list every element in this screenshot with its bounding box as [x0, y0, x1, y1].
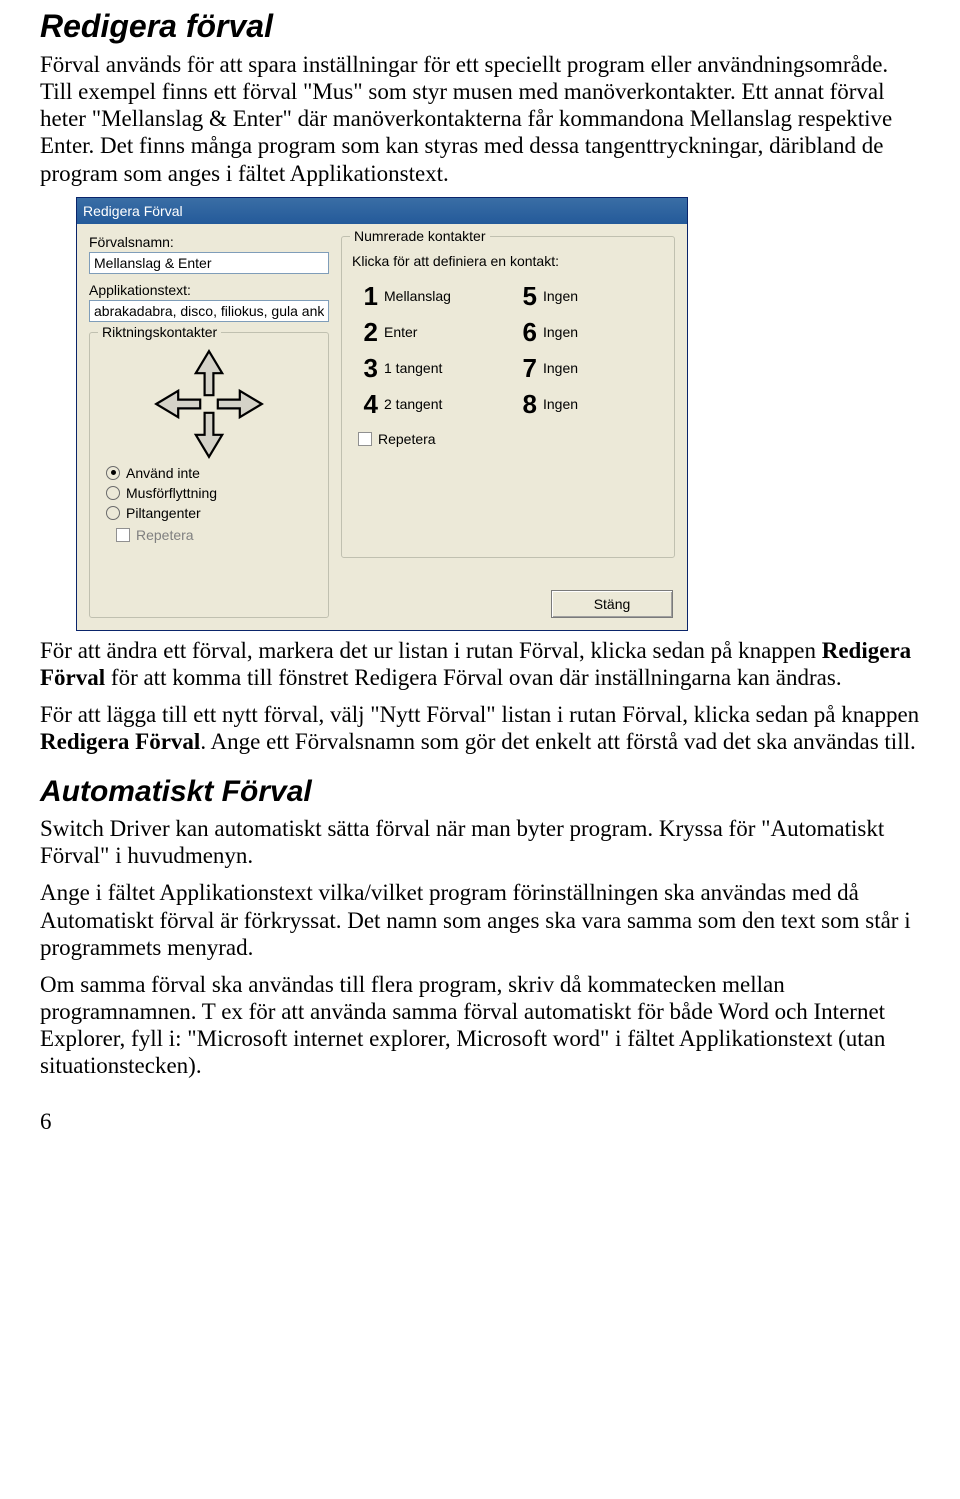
- text: För att ändra ett förval, markera det ur…: [40, 638, 822, 663]
- contact-number: 3: [352, 355, 378, 381]
- radio-icon: [106, 466, 120, 480]
- text: för att komma till fönstret Redigera För…: [105, 665, 841, 690]
- checkbox-label: Repetera: [378, 431, 436, 447]
- paragraph-new-forval: För att lägga till ett nytt förval, välj…: [40, 701, 920, 755]
- contact-3[interactable]: 1 tangent: [384, 360, 505, 376]
- direction-arrows-icon: [154, 349, 264, 459]
- dialog-title: Redigera Förval: [83, 203, 183, 219]
- radio-piltangenter[interactable]: Piltangenter: [106, 505, 318, 521]
- contact-7[interactable]: Ingen: [543, 360, 664, 376]
- contact-1[interactable]: Mellanslag: [384, 288, 505, 304]
- label-num-hint: Klicka för att definiera en kontakt:: [352, 253, 664, 269]
- radio-label: Använd inte: [126, 465, 200, 481]
- label-applikationstext: Applikationstext:: [89, 282, 329, 298]
- contact-number: 2: [352, 319, 378, 345]
- input-forvalsnamn[interactable]: [89, 252, 329, 274]
- radio-label: Musförflyttning: [126, 485, 217, 501]
- contact-number: 7: [511, 355, 537, 381]
- contact-number: 1: [352, 283, 378, 309]
- contact-number: 6: [511, 319, 537, 345]
- contact-6[interactable]: Ingen: [543, 324, 664, 340]
- label-forvalsnamn: Förvalsnamn:: [89, 234, 329, 250]
- radio-icon: [106, 506, 120, 520]
- checkbox-icon: [116, 528, 130, 542]
- checkbox-repetera-disabled: Repetera: [116, 527, 318, 543]
- text: För att lägga till ett nytt förval, välj…: [40, 702, 919, 727]
- contact-5[interactable]: Ingen: [543, 288, 664, 304]
- paragraph-edit-forval: För att ändra ett förval, markera det ur…: [40, 637, 920, 691]
- heading-redigera-forval: Redigera förval: [40, 8, 920, 45]
- input-applikationstext[interactable]: [89, 300, 329, 322]
- contact-4[interactable]: 2 tangent: [384, 396, 505, 412]
- contact-number: 5: [511, 283, 537, 309]
- checkbox-label: Repetera: [136, 527, 194, 543]
- contact-2[interactable]: Enter: [384, 324, 505, 340]
- contact-number: 4: [352, 391, 378, 417]
- groupbox-numrerade-kontakter-title: Numrerade kontakter: [350, 228, 490, 244]
- text: . Ange ett Förvalsnamn som gör det enkel…: [200, 729, 915, 754]
- page-number: 6: [40, 1109, 920, 1135]
- radio-musforflyttning[interactable]: Musförflyttning: [106, 485, 318, 501]
- checkbox-icon: [358, 432, 372, 446]
- close-button[interactable]: Stäng: [551, 590, 673, 618]
- intro-paragraph-1: Förval används för att spara inställning…: [40, 51, 920, 187]
- paragraph-auto-3: Om samma förval ska användas till flera …: [40, 971, 920, 1080]
- contact-number: 8: [511, 391, 537, 417]
- dialog-titlebar[interactable]: Redigera Förval: [77, 198, 687, 224]
- radio-anvand-inte[interactable]: Använd inte: [106, 465, 318, 481]
- dialog-redigera-forval: Redigera Förval Förvalsnamn: Applikation…: [76, 197, 688, 631]
- groupbox-riktningskontakter-title: Riktningskontakter: [98, 324, 221, 340]
- heading-automatiskt-forval: Automatiskt Förval: [40, 775, 920, 809]
- text-bold: Redigera Förval: [40, 729, 200, 754]
- paragraph-auto-2: Ange i fältet Applikationstext vilka/vil…: [40, 879, 920, 960]
- checkbox-repetera[interactable]: Repetera: [358, 431, 664, 447]
- radio-icon: [106, 486, 120, 500]
- contact-8[interactable]: Ingen: [543, 396, 664, 412]
- paragraph-auto-1: Switch Driver kan automatiskt sätta förv…: [40, 815, 920, 869]
- radio-label: Piltangenter: [126, 505, 201, 521]
